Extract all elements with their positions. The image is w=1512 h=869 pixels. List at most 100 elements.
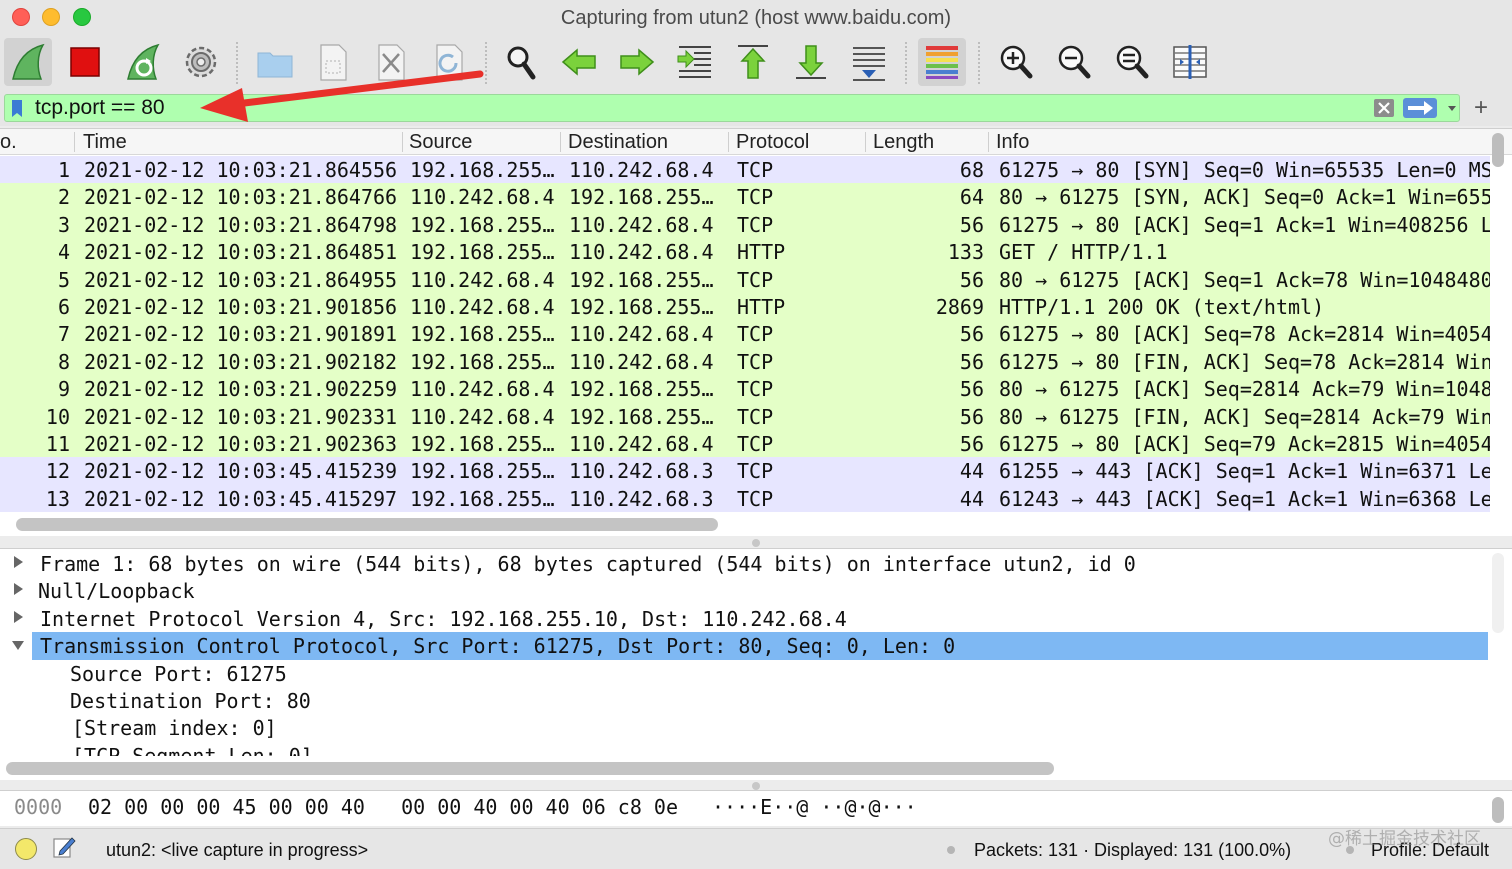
capture-options-button[interactable]	[177, 38, 225, 86]
detail-row-source-port[interactable]: Source Port: 61275	[0, 660, 1490, 687]
column-divider[interactable]	[74, 132, 75, 152]
packet-time: 2021-02-12 10:03:21.902259	[84, 377, 398, 402]
packet-row[interactable]: 2 2021-02-12 10:03:21.864766 110.242.68.…	[0, 183, 1490, 211]
detail-row-frame[interactable]: Frame 1: 68 bytes on wire (544 bits), 68…	[0, 550, 1490, 577]
packet-row[interactable]: 4 2021-02-12 10:03:21.864851 192.168.255…	[0, 238, 1490, 266]
pane-splitter-handle[interactable]	[752, 539, 760, 547]
packet-time: 2021-02-12 10:03:21.864766	[84, 185, 398, 210]
main-toolbar	[0, 34, 1512, 90]
column-header-no[interactable]: o.	[0, 131, 17, 154]
packet-protocol: TCP	[737, 185, 774, 210]
detail-text: [TCP Segment Len: 0]	[72, 743, 313, 756]
column-divider[interactable]	[865, 132, 866, 152]
column-header-protocol[interactable]: Protocol	[736, 131, 809, 154]
bytes-ascii[interactable]: ····E··@ ··@·@···	[712, 795, 917, 819]
packet-row[interactable]: 3 2021-02-12 10:03:21.864798 192.168.255…	[0, 210, 1490, 239]
pane-splitter-handle[interactable]	[752, 782, 760, 790]
packet-row[interactable]: 6 2021-02-12 10:03:21.901856 110.242.68.…	[0, 293, 1490, 321]
packet-row[interactable]: 13 2021-02-12 10:03:45.415297 192.168.25…	[0, 484, 1490, 513]
zoom-out-button[interactable]	[1050, 38, 1098, 86]
bytes-hex[interactable]: 02 00 00 00 45 00 00 40 00 00 40 00 40 0…	[88, 795, 678, 819]
go-back-button[interactable]	[555, 38, 603, 86]
last-packet-button[interactable]	[787, 38, 835, 86]
zoom-in-button[interactable]	[992, 38, 1040, 86]
first-packet-button[interactable]	[729, 38, 777, 86]
start-capture-button[interactable]	[4, 38, 52, 86]
find-packet-button[interactable]	[497, 38, 545, 86]
autoscroll-button[interactable]	[845, 38, 893, 86]
expand-triangle-icon[interactable]	[11, 610, 25, 624]
display-filter-field[interactable]	[4, 94, 1460, 122]
detail-row-segment-len[interactable]: [TCP Segment Len: 0]	[0, 742, 1490, 756]
apply-filter-button[interactable]	[1403, 98, 1437, 118]
column-header-destination[interactable]: Destination	[568, 131, 668, 154]
detail-row-destination-port[interactable]: Destination Port: 80	[0, 687, 1490, 714]
detail-row-ipv4[interactable]: Internet Protocol Version 4, Src: 192.16…	[0, 605, 1490, 632]
packet-destination: 110.242.68.4	[569, 322, 714, 347]
packet-source: 192.168.255…	[410, 349, 555, 374]
packet-row[interactable]: 5 2021-02-12 10:03:21.864955 110.242.68.…	[0, 265, 1490, 293]
packet-row[interactable]: 9 2021-02-12 10:03:21.902259 110.242.68.…	[0, 375, 1490, 403]
column-header-info[interactable]: Info	[996, 131, 1029, 154]
packet-bytes-pane[interactable]: 0000 02 00 00 00 45 00 00 40 00 00 40 00…	[0, 790, 1512, 826]
expert-info-indicator-icon[interactable]	[15, 838, 37, 860]
reload-file-button[interactable]	[425, 38, 473, 86]
details-horizontal-scrollbar[interactable]	[6, 762, 1054, 775]
collapse-triangle-icon[interactable]	[11, 638, 25, 652]
packet-source: 192.168.255…	[410, 240, 555, 265]
column-header-source[interactable]: Source	[409, 131, 472, 154]
close-file-button[interactable]	[367, 38, 415, 86]
packet-row[interactable]: 11 2021-02-12 10:03:21.902363 192.168.25…	[0, 430, 1490, 458]
column-divider[interactable]	[402, 132, 403, 152]
packet-list-vertical-scrollbar[interactable]	[1492, 133, 1504, 167]
expand-triangle-icon[interactable]	[11, 582, 25, 596]
packet-length: 56	[959, 322, 984, 347]
column-divider[interactable]	[560, 132, 561, 152]
expand-triangle-icon[interactable]	[11, 555, 25, 569]
open-file-button[interactable]	[251, 38, 299, 86]
details-vertical-scrollbar[interactable]	[1492, 553, 1504, 633]
packet-length: 56	[959, 212, 984, 237]
detail-row-tcp[interactable]: Transmission Control Protocol, Src Port:…	[32, 632, 1488, 660]
chevron-down-icon	[1448, 106, 1456, 111]
reload-file-icon	[436, 44, 463, 81]
go-to-packet-button[interactable]	[671, 38, 719, 86]
packet-length: 56	[959, 349, 984, 374]
go-forward-button[interactable]	[613, 38, 661, 86]
bookmark-icon[interactable]	[11, 99, 23, 118]
bytes-vertical-scrollbar[interactable]	[1492, 797, 1504, 823]
packet-row[interactable]: 12 2021-02-12 10:03:45.415239 192.168.25…	[0, 457, 1490, 485]
clear-filter-icon[interactable]	[1373, 98, 1395, 118]
packet-row[interactable]: 1 2021-02-12 10:03:21.864556 192.168.255…	[0, 156, 1490, 184]
detail-row-stream-index[interactable]: [Stream index: 0]	[0, 714, 1490, 741]
stop-capture-button[interactable]	[61, 38, 109, 86]
close-file-icon	[378, 44, 405, 81]
packet-length: 44	[959, 486, 984, 511]
capture-comment-icon[interactable]	[52, 835, 76, 859]
restart-capture-button[interactable]	[119, 38, 167, 86]
packet-time: 2021-02-12 10:03:21.864851	[84, 240, 398, 265]
packet-destination: 110.242.68.4	[569, 212, 714, 237]
packet-details-pane[interactable]: Frame 1: 68 bytes on wire (544 bits), 68…	[0, 548, 1512, 780]
colorize-button[interactable]	[918, 38, 966, 86]
title-bar: Capturing from utun2 (host www.baidu.com…	[0, 0, 1512, 34]
packet-time: 2021-02-12 10:03:21.902331	[84, 404, 398, 429]
display-filter-input[interactable]	[35, 96, 1335, 120]
column-divider[interactable]	[728, 132, 729, 152]
packet-source: 192.168.255…	[410, 486, 555, 511]
resize-columns-button[interactable]	[1166, 38, 1214, 86]
packet-row[interactable]: 10 2021-02-12 10:03:21.902331 110.242.68…	[0, 402, 1490, 430]
packet-list-horizontal-scrollbar[interactable]	[16, 518, 718, 531]
packet-row[interactable]: 7 2021-02-12 10:03:21.901891 192.168.255…	[0, 320, 1490, 348]
save-file-button[interactable]	[309, 38, 357, 86]
filter-history-dropdown[interactable]	[1445, 100, 1459, 116]
detail-row-null-loopback[interactable]: Null/Loopback	[0, 577, 1490, 604]
normal-size-button[interactable]	[1108, 38, 1156, 86]
column-header-time[interactable]: Time	[83, 131, 127, 154]
packet-row[interactable]: 8 2021-02-12 10:03:21.902182 192.168.255…	[0, 347, 1490, 376]
capture-options-icon	[185, 46, 217, 78]
packet-list[interactable]: o. Time Source Destination Protocol Leng…	[0, 128, 1512, 536]
column-divider[interactable]	[988, 132, 989, 152]
add-filter-button[interactable]: +	[1474, 94, 1488, 122]
column-header-length[interactable]: Length	[873, 131, 934, 154]
